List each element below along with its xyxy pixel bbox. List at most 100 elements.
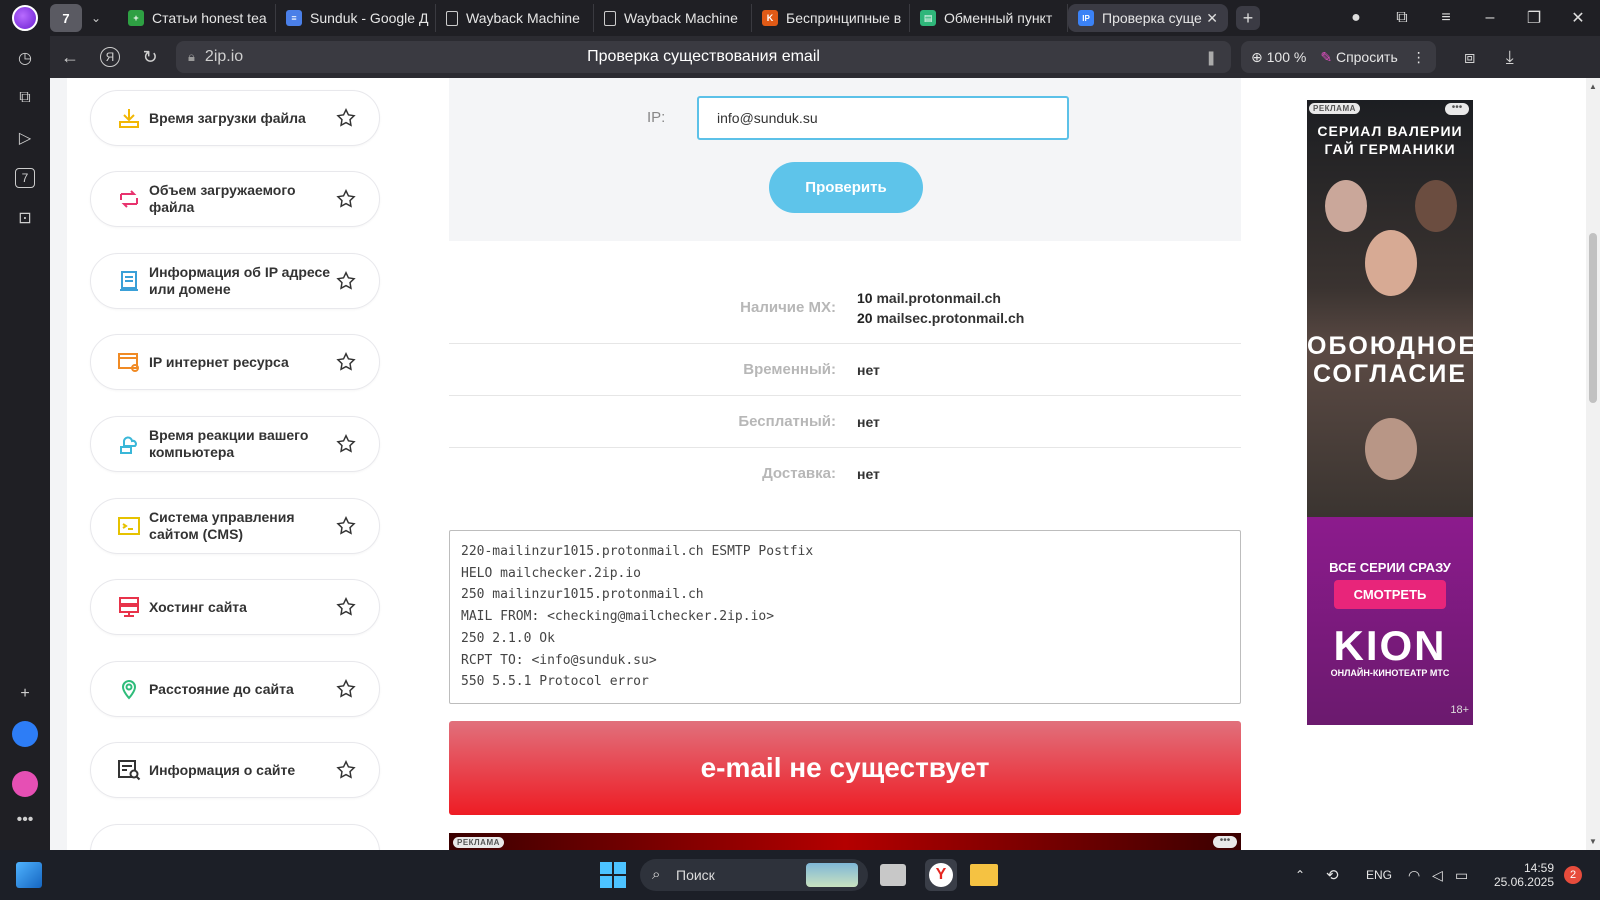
tool-reaction-time[interactable]: Время реакции вашего компьютера bbox=[90, 416, 380, 472]
scroll-down-icon[interactable]: ▼ bbox=[1589, 837, 1597, 846]
scroll-thumb[interactable] bbox=[1589, 233, 1597, 403]
favorite-star-icon[interactable] bbox=[335, 678, 357, 700]
tool-label: Объем загружаемого файла bbox=[149, 182, 296, 215]
back-icon[interactable]: ← bbox=[50, 37, 90, 77]
messenger-icon[interactable] bbox=[0, 714, 50, 754]
page-scrollbar[interactable]: ▲ ▼ bbox=[1586, 78, 1600, 850]
history-icon[interactable]: ◷ bbox=[0, 38, 50, 78]
tab-2[interactable]: Wayback Machine bbox=[436, 4, 594, 32]
browser-sidebar: ◷ ⧉ ▷ 7 ⊡ + ••• bbox=[0, 36, 50, 850]
tool-ip-info[interactable]: Информация об IP адресе или домене bbox=[90, 253, 380, 309]
tab-6-active[interactable]: IP Проверка суще ✕ bbox=[1068, 4, 1228, 32]
document-list-icon bbox=[120, 271, 138, 291]
minimize-icon[interactable]: – bbox=[1468, 9, 1512, 27]
volume-icon[interactable]: ◁ bbox=[1432, 850, 1443, 900]
log-line: 550 5.5.1 Protocol error bbox=[461, 674, 649, 690]
language-indicator[interactable]: ENG bbox=[1366, 850, 1392, 900]
favorite-star-icon[interactable] bbox=[335, 515, 357, 537]
tray-chevron-icon[interactable]: ⌃ bbox=[1295, 850, 1305, 900]
file-explorer-icon[interactable] bbox=[970, 864, 998, 886]
widgets-icon[interactable] bbox=[16, 862, 42, 888]
zoom-indicator[interactable]: ⊕ 100 % bbox=[1251, 49, 1306, 66]
main-content: IP: Проверить Наличие MX: 10 mail.proton… bbox=[402, 78, 1290, 850]
tool-file-download-time[interactable]: Время загрузки файла bbox=[90, 90, 380, 146]
tool-site-info[interactable]: Информация о сайте bbox=[90, 742, 380, 798]
result-row-mx: Наличие MX: 10 mail.protonmail.ch 20 mai… bbox=[449, 276, 1241, 344]
ad-options-icon[interactable]: ••• bbox=[1445, 103, 1469, 115]
ad-watch-button[interactable]: СМОТРЕТЬ bbox=[1334, 580, 1446, 609]
scroll-up-icon[interactable]: ▲ bbox=[1589, 82, 1597, 91]
favorite-star-icon[interactable] bbox=[335, 351, 357, 373]
profile-orb-icon bbox=[12, 5, 38, 31]
tool-distance[interactable]: Расстояние до сайта bbox=[90, 661, 380, 717]
notification-badge[interactable]: 2 bbox=[1564, 850, 1582, 900]
taskbar-search[interactable]: ⌕ Поиск bbox=[640, 859, 868, 891]
collections-icon[interactable]: ⧉ bbox=[1380, 9, 1424, 27]
side-ad-banner[interactable]: РЕКЛАМА ••• СЕРИАЛ ВАЛЕРИИ ГАЙ ГЕРМАНИКИ… bbox=[1307, 100, 1473, 725]
wifi-icon[interactable]: ◠ bbox=[1408, 850, 1420, 900]
favorite-star-icon[interactable] bbox=[335, 188, 357, 210]
tool-resource-ip[interactable]: IP интернет ресурса bbox=[90, 334, 380, 390]
tool-next-partial[interactable] bbox=[90, 824, 380, 850]
favorite-star-icon[interactable] bbox=[335, 107, 357, 129]
download-icon[interactable]: ⤓ bbox=[1490, 37, 1530, 77]
site-search-icon bbox=[118, 760, 141, 781]
windows-start-icon[interactable] bbox=[600, 862, 626, 888]
more-panels-icon[interactable]: ••• bbox=[0, 800, 50, 840]
close-tab-icon[interactable]: ✕ bbox=[1206, 10, 1218, 27]
tab-3[interactable]: Wayback Machine bbox=[594, 4, 752, 32]
tool-upload-size[interactable]: Объем загружаемого файла bbox=[90, 171, 380, 227]
task-view-icon[interactable] bbox=[880, 864, 906, 886]
email-input[interactable] bbox=[697, 96, 1069, 140]
log-line: 250 mailinzur1015.protonmail.ch bbox=[461, 587, 704, 603]
battery-icon[interactable]: ▭ bbox=[1455, 850, 1468, 900]
clock[interactable]: 14:59 25.06.2025 bbox=[1490, 850, 1554, 900]
sync-icon[interactable]: ⟲ bbox=[1326, 850, 1339, 900]
more-icon[interactable]: ⋮ bbox=[1412, 49, 1426, 66]
seven-app-icon[interactable]: 7 bbox=[0, 158, 50, 198]
ask-button[interactable]: ✎ Спросить bbox=[1320, 49, 1397, 66]
ask-label: Спросить bbox=[1335, 48, 1398, 65]
screenshot-icon[interactable]: ⊡ bbox=[0, 198, 50, 238]
tab-0[interactable]: + Статьи honest tea bbox=[118, 4, 276, 32]
yandex-icon[interactable]: Я bbox=[90, 37, 130, 77]
mx-values: 10 mail.protonmail.ch 20 mailsec.protonm… bbox=[857, 288, 1024, 328]
favorite-star-icon[interactable] bbox=[335, 596, 357, 618]
smtp-log[interactable]: 220-mailinzur1015.protonmail.ch ESMTP Po… bbox=[449, 530, 1241, 704]
yandex-browser-taskbar-icon[interactable]: Y bbox=[925, 859, 957, 891]
extensions-icon[interactable]: ⧈ bbox=[1450, 37, 1490, 77]
browser-tab-bar: 7 ⌄ + Статьи honest tea ≡ Sunduk - Google … bbox=[0, 0, 1600, 36]
tab-group-counter[interactable]: 7 bbox=[50, 4, 82, 32]
collections-sidebar-icon[interactable]: ⧉ bbox=[0, 78, 50, 118]
tool-hosting[interactable]: Хостинг сайта bbox=[90, 579, 380, 635]
temporary-value: нет bbox=[857, 362, 880, 378]
favorite-star-icon[interactable] bbox=[335, 433, 357, 455]
url-box[interactable]: 🔒︎ 2ip.io Проверка существования email ❚ bbox=[176, 41, 1231, 73]
alice-icon[interactable] bbox=[0, 764, 50, 804]
url-text: 2ip.io bbox=[204, 48, 244, 65]
ad-options-icon[interactable]: ••• bbox=[1213, 836, 1237, 848]
bookmark-icon[interactable]: ❚ bbox=[1205, 49, 1217, 66]
favorite-star-icon[interactable] bbox=[335, 759, 357, 781]
ask-icon: ✎ bbox=[1320, 48, 1333, 65]
favorite-star-icon[interactable] bbox=[335, 270, 357, 292]
account-icon[interactable]: ● bbox=[1332, 9, 1380, 27]
reload-icon[interactable]: ↻ bbox=[130, 37, 170, 77]
tool-cms[interactable]: Система управления сайтом (CMS) bbox=[90, 498, 380, 554]
docs-icon: ≡ bbox=[286, 10, 302, 26]
video-icon[interactable]: ▷ bbox=[0, 118, 50, 158]
close-window-icon[interactable]: ✕ bbox=[1556, 8, 1600, 28]
check-button[interactable]: Проверить bbox=[769, 162, 923, 213]
restore-icon[interactable]: ❐ bbox=[1512, 8, 1556, 28]
clock-time: 14:59 bbox=[1523, 861, 1554, 875]
bottom-ad-banner[interactable]: РЕКЛАМА ••• bbox=[449, 833, 1241, 850]
tab-5[interactable]: ▤ Обменный пункт bbox=[910, 4, 1068, 32]
tab-1[interactable]: ≡ Sunduk - Google Д bbox=[276, 4, 436, 32]
browser-logo[interactable] bbox=[0, 0, 50, 36]
ad-tag: РЕКЛАМА bbox=[453, 837, 504, 848]
menu-icon[interactable]: ≡ bbox=[1424, 9, 1468, 27]
new-tab-button[interactable]: + bbox=[1236, 6, 1260, 30]
add-panel-icon[interactable]: + bbox=[0, 674, 50, 714]
tab-4[interactable]: K Беспринципные в bbox=[752, 4, 910, 32]
tabs-dropdown-icon[interactable]: ⌄ bbox=[82, 4, 110, 32]
